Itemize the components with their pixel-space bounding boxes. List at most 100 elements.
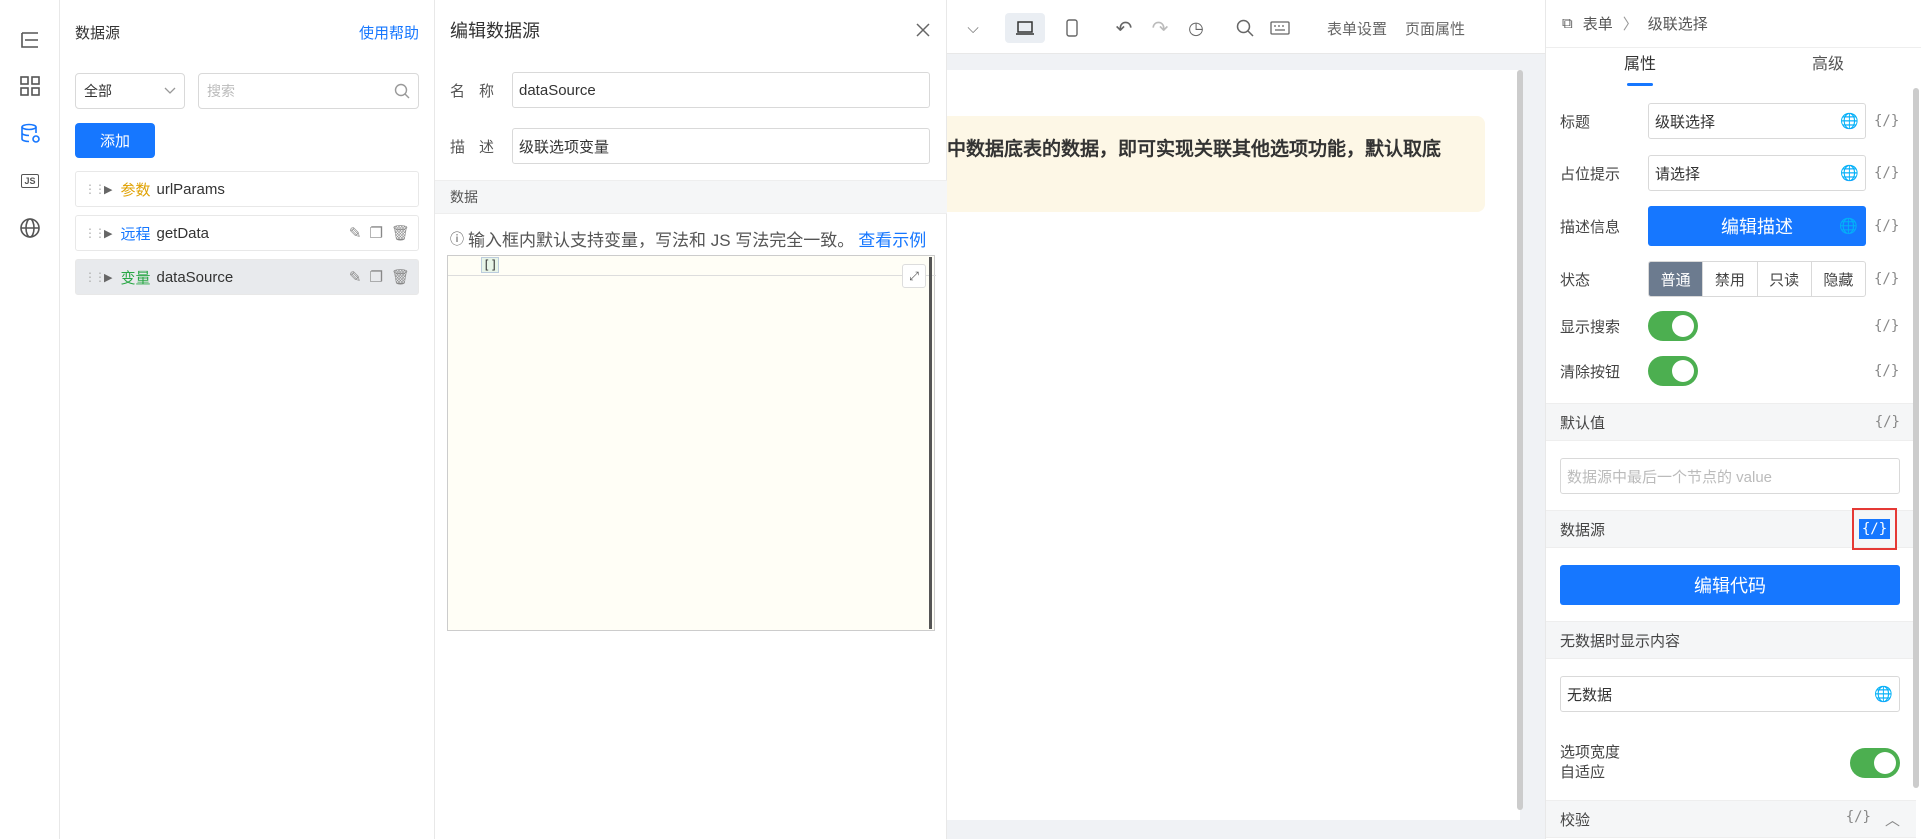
variable-binding-icon[interactable]: {/} bbox=[1875, 414, 1900, 430]
globe-icon[interactable]: 🌐 bbox=[1840, 164, 1859, 182]
copy-icon[interactable]: ❐ bbox=[370, 268, 383, 286]
variable-binding-icon[interactable]: {/} bbox=[1874, 318, 1899, 334]
editor-scrollbar[interactable] bbox=[929, 257, 932, 629]
variable-binding-icon[interactable]: {/} bbox=[1874, 218, 1899, 234]
breadcrumb-form[interactable]: 表单 bbox=[1583, 13, 1613, 34]
default-value-section: 默认值 {/} bbox=[1546, 403, 1916, 441]
datasource-name: dataSource bbox=[156, 268, 234, 286]
js-icon[interactable]: JS bbox=[16, 167, 44, 195]
globe-icon[interactable]: 🌐 bbox=[1874, 685, 1893, 703]
close-icon[interactable] bbox=[915, 22, 931, 38]
property-panel: ⧉ 表单 〉 级联选择 属性 高级 标题 级联选择 🌐 {/} 占位提示 请选择 🌐… bbox=[1545, 0, 1921, 839]
keyboard-icon[interactable] bbox=[1265, 13, 1295, 43]
variable-binding-icon[interactable]: {/} bbox=[1874, 271, 1899, 287]
show-search-toggle[interactable] bbox=[1648, 311, 1698, 341]
desc-info-label: 描述信息 bbox=[1560, 218, 1621, 236]
title-input[interactable]: 级联选择 🌐 bbox=[1648, 103, 1866, 139]
code-editor[interactable]: [] ⤢ bbox=[447, 255, 936, 631]
js-icon-label: JS bbox=[21, 174, 39, 188]
expand-icon[interactable]: ▶ bbox=[104, 227, 112, 240]
history-icon[interactable]: ◷ bbox=[1181, 13, 1211, 43]
panel-scrollbar[interactable] bbox=[1913, 88, 1919, 788]
empty-content-input[interactable]: 无数据 🌐 bbox=[1560, 676, 1900, 712]
chevron-down-icon bbox=[164, 87, 176, 94]
canvas-scrollbar[interactable] bbox=[1517, 70, 1523, 810]
state-segmented-control: 普通 禁用 只读 隐藏 bbox=[1648, 261, 1866, 297]
globe-icon[interactable]: 🌐 bbox=[1839, 217, 1858, 235]
variable-binding-icon[interactable]: {/} bbox=[1858, 519, 1891, 539]
breadcrumb-current: 级联选择 bbox=[1647, 16, 1708, 33]
datasource-item[interactable]: ⋮⋮ ▶ 变量 dataSource ✎ ❐ 🗑 bbox=[75, 259, 419, 295]
datasource-search-input[interactable]: 搜索 bbox=[198, 73, 419, 109]
state-readonly[interactable]: 只读 bbox=[1758, 262, 1812, 296]
outline-tree-icon[interactable] bbox=[16, 26, 44, 54]
placeholder-input[interactable]: 请选择 🌐 bbox=[1648, 155, 1866, 191]
icon-rail: JS bbox=[0, 0, 60, 839]
database-icon[interactable] bbox=[16, 120, 44, 148]
drag-handle-icon[interactable]: ⋮⋮ bbox=[84, 182, 106, 196]
chevron-right-icon: 〉 bbox=[1622, 16, 1638, 33]
datasource-kind: 变量 bbox=[120, 269, 151, 287]
expand-icon[interactable]: ▶ bbox=[104, 271, 112, 284]
search-icon[interactable] bbox=[1230, 13, 1260, 43]
default-value-placeholder: 数据源中最后一个节点的 value bbox=[1567, 468, 1773, 486]
globe-icon[interactable] bbox=[16, 214, 44, 242]
info-icon: ⓘ bbox=[450, 230, 464, 247]
desktop-view-icon[interactable] bbox=[1005, 13, 1045, 43]
tab-props[interactable]: 属性 bbox=[1546, 48, 1734, 92]
type-filter-select[interactable]: 全部 bbox=[75, 73, 185, 109]
copy-icon[interactable]: ❐ bbox=[370, 224, 383, 242]
variable-binding-icon[interactable]: {/} bbox=[1874, 113, 1899, 129]
clear-button-toggle[interactable] bbox=[1648, 356, 1698, 386]
globe-icon[interactable]: 🌐 bbox=[1840, 112, 1859, 130]
edit-icon[interactable]: ✎ bbox=[349, 268, 362, 286]
datasource-item[interactable]: ⋮⋮ ▶ 参数 urlParams bbox=[75, 171, 419, 207]
state-hidden[interactable]: 隐藏 bbox=[1812, 262, 1865, 296]
variable-binding-icon[interactable]: {/} bbox=[1846, 809, 1871, 830]
add-datasource-button[interactable]: 添加 bbox=[75, 123, 155, 158]
search-placeholder: 搜索 bbox=[207, 83, 235, 99]
default-value-input[interactable]: 数据源中最后一个节点的 value bbox=[1560, 458, 1900, 494]
help-link[interactable]: 使用帮助 bbox=[359, 22, 419, 43]
view-example-link[interactable]: 查看示例 bbox=[858, 226, 926, 251]
tab-advanced[interactable]: 高级 bbox=[1734, 48, 1921, 92]
highlighted-variable-binding-icon[interactable]: {/} bbox=[1852, 508, 1897, 550]
search-icon bbox=[394, 83, 410, 99]
clear-button-label: 清除按钮 bbox=[1560, 363, 1621, 381]
delete-icon[interactable]: 🗑 bbox=[391, 224, 410, 242]
expand-icon[interactable]: ▶ bbox=[104, 183, 112, 196]
mobile-view-icon[interactable] bbox=[1057, 13, 1087, 43]
title-value: 级联选择 bbox=[1655, 113, 1716, 131]
desc-input[interactable]: 级联选项变量 bbox=[512, 128, 930, 164]
datasource-item[interactable]: ⋮⋮ ▶ 远程 getData ✎ ❐ 🗑 bbox=[75, 215, 419, 251]
variable-binding-icon[interactable]: {/} bbox=[1874, 363, 1899, 379]
type-filter-value: 全部 bbox=[84, 83, 112, 99]
name-input[interactable]: dataSource bbox=[512, 72, 930, 108]
edit-description-button[interactable]: 编辑描述 🌐 bbox=[1648, 206, 1866, 246]
drag-handle-icon[interactable]: ⋮⋮ bbox=[84, 270, 106, 284]
drag-handle-icon[interactable]: ⋮⋮ bbox=[84, 226, 106, 240]
hint-text: 输入框内默认支持变量，写法和 JS 写法完全一致。 bbox=[468, 231, 855, 250]
redo-icon[interactable]: ↷ bbox=[1145, 13, 1175, 43]
validation-section: 校验 {/} ︿ bbox=[1546, 800, 1916, 838]
edit-code-button[interactable]: 编辑代码 bbox=[1560, 565, 1900, 605]
datasource-name: getData bbox=[156, 224, 210, 242]
code-text: [] bbox=[481, 257, 500, 273]
variable-binding-icon[interactable]: {/} bbox=[1874, 165, 1899, 181]
delete-icon[interactable]: 🗑 bbox=[391, 268, 410, 286]
chevron-up-icon[interactable]: ︿ bbox=[1885, 809, 1900, 830]
chevron-down-icon[interactable]: ⌵ bbox=[963, 13, 983, 43]
components-grid-icon[interactable] bbox=[16, 72, 44, 100]
undo-icon[interactable]: ↶ bbox=[1109, 13, 1139, 43]
show-search-label: 显示搜索 bbox=[1560, 318, 1621, 336]
page-props-button[interactable]: 页面属性 bbox=[1403, 13, 1467, 43]
datasource-kind: 参数 bbox=[120, 181, 151, 199]
state-normal[interactable]: 普通 bbox=[1649, 262, 1704, 296]
auto-width-toggle[interactable] bbox=[1850, 748, 1900, 778]
auto-width-label: 选项宽度自适应 bbox=[1560, 744, 1621, 781]
expand-editor-icon[interactable]: ⤢ bbox=[902, 264, 926, 288]
state-disabled[interactable]: 禁用 bbox=[1703, 262, 1758, 296]
form-settings-button[interactable]: 表单设置 bbox=[1325, 13, 1389, 43]
edit-icon[interactable]: ✎ bbox=[349, 224, 362, 242]
default-value-title: 默认值 bbox=[1560, 414, 1606, 432]
